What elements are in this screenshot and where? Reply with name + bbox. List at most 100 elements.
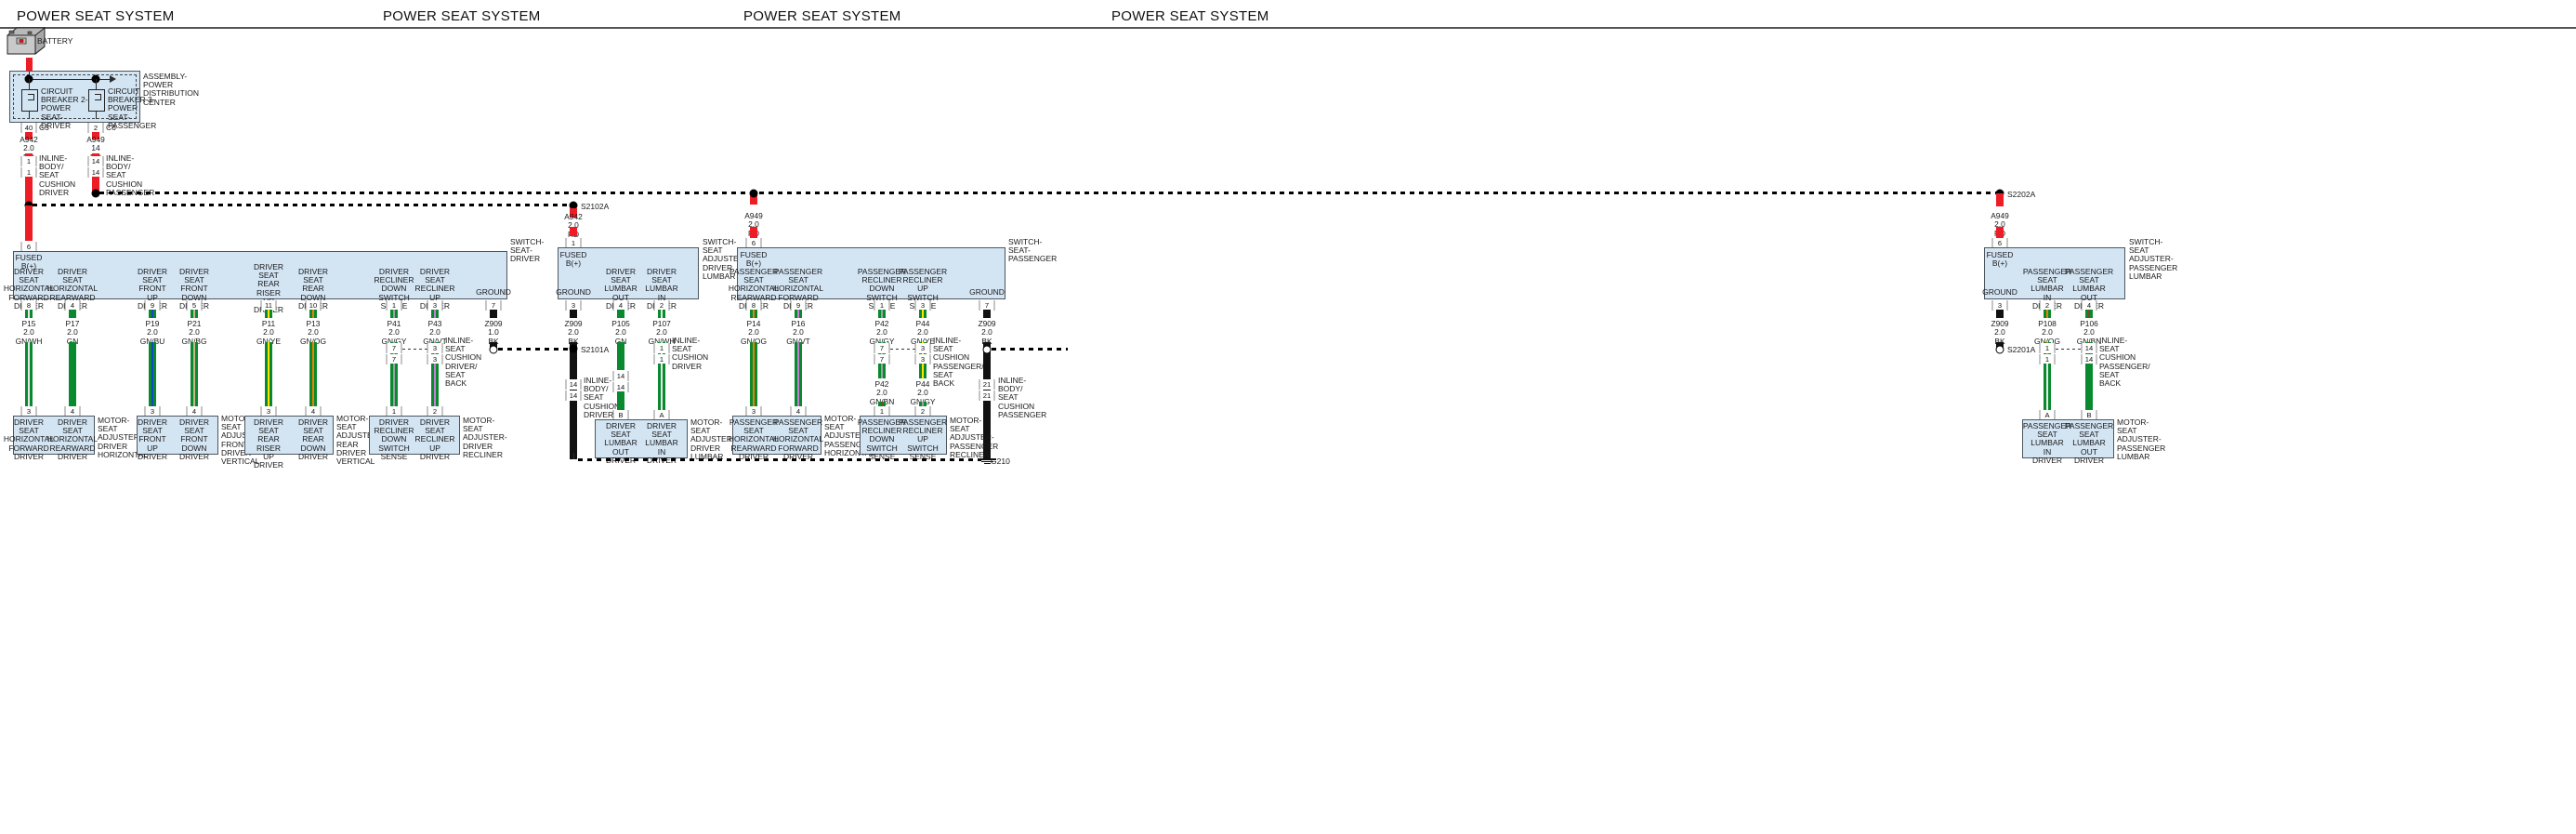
ground-open-node-driver (489, 345, 498, 354)
wire-a942-to-switch (25, 205, 33, 241)
sw-drv-w3-f (195, 342, 198, 406)
sw-drv-w1-a (69, 310, 76, 318)
sw-drv-w6-i (395, 364, 398, 406)
inline-drv-back-1-top: 7 (386, 343, 402, 353)
motor2-term-1-label: DRIVER SEAT FRONT DOWN DRIVER (178, 417, 210, 461)
sw-drv-w2-f (153, 342, 156, 406)
circuit-breaker-3-symbol (88, 89, 105, 112)
page-title-2: POWER SEAT SYSTEM (383, 8, 541, 24)
lumbar-pass-fused-label: FUSED B(+) (1986, 250, 2014, 269)
splice-s2201a-label: S2201A (2007, 345, 2036, 354)
ground-open-node-passenger (982, 345, 992, 354)
inline-pass-back-1-top: 7 (874, 343, 890, 353)
lumbar-pass-w1-i (2048, 364, 2051, 410)
page-title-3: POWER SEAT SYSTEM (743, 8, 901, 24)
lumbar-pass-term-0-label: GROUND (1982, 287, 2017, 297)
inline-pass-back-2-label: INLINE- SEAT CUSHION PASSENGER/ SEAT BAC… (933, 336, 984, 389)
sw-pass-w3-i (924, 364, 927, 378)
sw-drv-w0-f (30, 342, 33, 406)
sw-drv-w7-c (436, 310, 439, 318)
motor3-term-1-label: DRIVER SEAT REAR DOWN DRIVER (297, 417, 329, 461)
sw-drv-w7-i (436, 364, 439, 406)
sw-drv-w4-c (269, 310, 272, 318)
battery-lead-wire (26, 58, 33, 72)
switch-seat-driver-name: SWITCH- SEAT- DRIVER (510, 237, 545, 264)
sw-drv-term-8-label: GROUND (476, 287, 511, 297)
inline-driver-label: INLINE- BODY/ SEAT CUSHION DRIVER (39, 153, 76, 197)
sw-pass-w2-i (883, 364, 886, 378)
wire-a949-to-switch-2 (750, 227, 757, 238)
circuit-breaker-3-glyph-b (95, 99, 101, 100)
sw-drv-w2-c (153, 310, 156, 318)
lumbar-drv-w1-b (617, 342, 624, 370)
splice-s2101a-label: S2101A (581, 345, 610, 354)
inline-pass-lumbar-label: INLINE- SEAT CUSHION PASSENGER/ SEAT BAC… (2099, 336, 2150, 389)
page-title-1: POWER SEAT SYSTEM (17, 8, 175, 24)
page-title-4: POWER SEAT SYSTEM (1111, 8, 1269, 24)
sw-drv-w6-c (395, 310, 398, 318)
circuit-breaker-2-symbol (21, 89, 38, 112)
lumbar-drv-w1-c (617, 391, 624, 410)
sw-pass-w0-f (755, 342, 757, 406)
splice-s2102a-label: S2102A (581, 202, 610, 211)
inline-pass-lumbar-a-top: 1 (2039, 343, 2056, 353)
inline-drv-back-2-label: INLINE- SEAT CUSHION DRIVER/ SEAT BACK (445, 336, 482, 389)
sw-drv-w0-c (30, 310, 33, 318)
inline-pass-ground-top: 21 (979, 379, 995, 390)
ground-id-label: G210 (991, 457, 1010, 466)
lumbar-drv-term-0-label: GROUND (556, 287, 591, 297)
lumbar-pass-w2-c (2090, 310, 2093, 318)
inline-drv-ground-bot: 14 (565, 391, 582, 401)
lumbar-drv-w1-a (617, 310, 624, 318)
driver-bus-dotted (33, 204, 572, 206)
lumbar-pass-w2-g (2085, 364, 2093, 410)
ground-bottom-dotted (578, 458, 981, 461)
mid-p105-pin: 14 (612, 371, 629, 381)
lumbar-pass-w0-a (1996, 310, 2004, 318)
sw-pass-w1-c (799, 310, 802, 318)
lumbar-pass-w1-c (2048, 310, 2051, 318)
wire-a949-lumbar-1 (1996, 193, 2004, 206)
sw-drv-w4-f (269, 342, 272, 406)
motor7-term-1-label: PASSENGER RECLINER UP SWITCH SENSE (898, 417, 948, 461)
motor4-name: MOTOR- SEAT ADJUSTER- DRIVER RECLINER (463, 416, 507, 459)
inline-drv-cushion-label: INLINE- SEAT CUSHION DRIVER (672, 336, 709, 371)
motor3-term-0-label: DRIVER SEAT REAR RISER UP DRIVER (253, 417, 284, 470)
ground-open-node-pass-lumbar (1995, 345, 2004, 354)
bus-node-passenger-2 (749, 189, 758, 198)
sw-pass-w4-a (983, 310, 991, 318)
lumbar-drv-w2-i (663, 364, 665, 410)
inline-driver-pin-top: 1 (20, 156, 37, 166)
inline-drv-back-2-top: 3 (427, 343, 443, 353)
switch-pass-fused-label: FUSED B(+) (740, 250, 768, 269)
inline-passenger-pin-top: 14 (87, 156, 104, 166)
ground-riser (573, 453, 574, 459)
switch-passenger-lumbar-name: SWITCH- SEAT ADJUSTER- PASSENGER LUMBAR (2129, 237, 2178, 281)
pdc-bus-arrow (110, 75, 116, 83)
pdc-output-conn-c5: C5 (39, 123, 49, 132)
motor8-name: MOTOR- SEAT ADJUSTER- PASSENGER LUMBAR (2117, 417, 2166, 461)
lumbar-drv-w0-b (570, 342, 577, 459)
sw-pass-w2-c (883, 310, 886, 318)
inline-drv-ground-top: 14 (565, 379, 582, 390)
wire-a949-lumbar-2 (1996, 227, 2004, 238)
circuit-breaker-2-glyph-b (28, 99, 34, 100)
sw-drv-w5-c (314, 310, 317, 318)
passenger-bus-dotted (99, 192, 1998, 194)
ground-node-s2101a (569, 344, 578, 353)
pdc-output-conn-c6: C6 (106, 123, 116, 132)
motor1-term-1-label: DRIVER SEAT HORIZONTAL REARWARD DRIVER (46, 417, 99, 461)
switch-seat-passenger-name: SWITCH- SEAT- PASSENGER (1008, 237, 1058, 264)
motor2-term-0-label: DRIVER SEAT FRONT UP DRIVER (137, 417, 168, 461)
motor4-term-0-label: DRIVER RECLINER DOWN SWITCH SENSE (374, 417, 414, 461)
ground-bus-passenger (992, 348, 1068, 351)
sw-drv-w8-a (490, 310, 497, 318)
wire-a942-lumbar-2 (570, 227, 577, 236)
inline-drv-cushion-top: 1 (653, 343, 670, 353)
battery-label: BATTERY (37, 36, 73, 46)
inline-pass-ground-label: INLINE- BODY/ SEAT CUSHION PASSENGER (998, 376, 1047, 419)
sw-drv-w5-f (314, 342, 317, 406)
header-divider-1 (0, 27, 1442, 29)
motor8-term-1-label: PASSENGER SEAT LUMBAR OUT DRIVER (2064, 421, 2114, 465)
sw-pass-w0-c (755, 310, 757, 318)
